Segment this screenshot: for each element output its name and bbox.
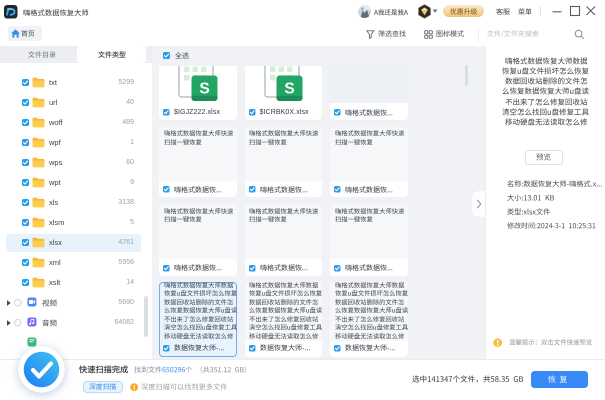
- svg-text:S: S: [199, 80, 209, 97]
- svg-text:S: S: [284, 80, 294, 97]
